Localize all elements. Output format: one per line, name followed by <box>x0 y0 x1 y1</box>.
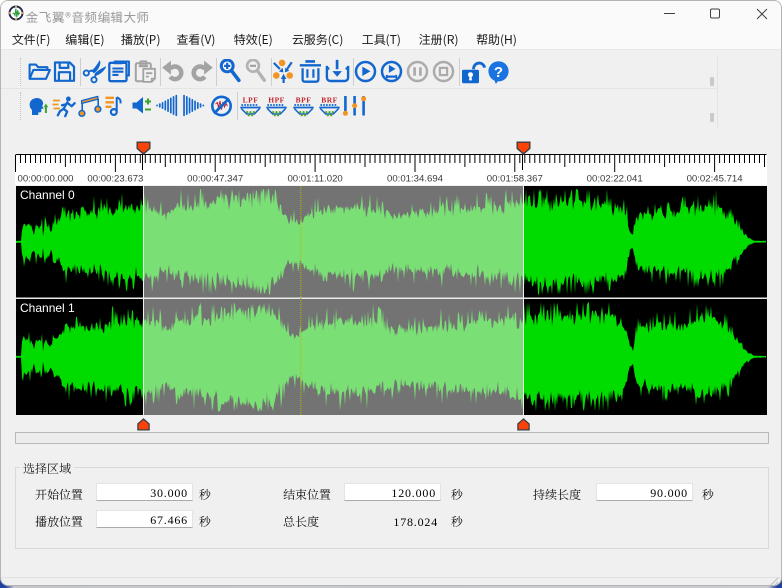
svg-text:00:00:23.673: 00:00:23.673 <box>87 174 143 185</box>
svg-text:00:01:34.694: 00:01:34.694 <box>387 174 444 185</box>
svg-text:00:02:22.041: 00:02:22.041 <box>587 174 643 185</box>
svg-text:Channel 1: Channel 1 <box>20 301 75 315</box>
svg-text:LPF: LPF <box>243 96 259 105</box>
svg-text:00:01:58.367: 00:01:58.367 <box>487 174 543 185</box>
svg-text:00:00:47.347: 00:00:47.347 <box>187 174 243 185</box>
svg-text:00:01:11.020: 00:01:11.020 <box>287 174 342 185</box>
svg-text:00:02:45.714: 00:02:45.714 <box>687 174 744 185</box>
svg-text:Channel 0: Channel 0 <box>20 188 75 202</box>
svg-text:?: ? <box>494 64 503 81</box>
svg-text:BPF: BPF <box>295 96 311 105</box>
svg-text:00:00:00.000: 00:00:00.000 <box>18 174 74 185</box>
svg-text:BRF: BRF <box>321 96 338 105</box>
svg-text:HPF: HPF <box>268 96 285 105</box>
